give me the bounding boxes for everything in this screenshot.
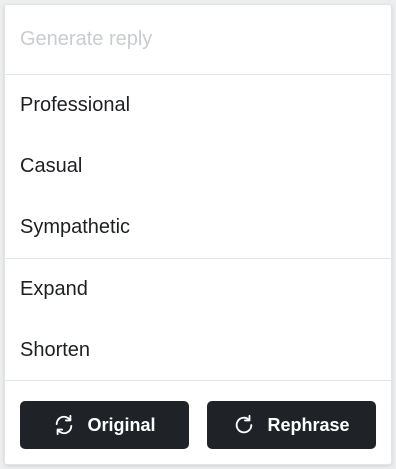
option-casual[interactable]: Casual (5, 136, 391, 197)
rephrase-button-label: Rephrase (267, 414, 350, 435)
option-expand[interactable]: Expand (5, 259, 391, 320)
option-label: Sympathetic (20, 216, 131, 238)
action-footer: Original Rephrase (5, 381, 391, 465)
original-button[interactable]: Original (20, 401, 189, 449)
reply-generator-panel: Professional Casual Sympathetic Expand S… (4, 4, 392, 465)
option-shorten[interactable]: Shorten (5, 320, 391, 381)
rephrase-button[interactable]: Rephrase (207, 401, 376, 449)
swap-refresh-icon (53, 414, 75, 436)
option-professional[interactable]: Professional (5, 75, 391, 136)
refresh-icon (233, 414, 255, 436)
generate-reply-input[interactable] (5, 5, 391, 74)
option-label: Shorten (20, 339, 91, 361)
option-sympathetic[interactable]: Sympathetic (5, 197, 391, 258)
option-label: Expand (20, 278, 88, 300)
original-button-label: Original (87, 414, 156, 435)
option-label: Professional (20, 94, 131, 116)
option-label: Casual (20, 155, 83, 177)
